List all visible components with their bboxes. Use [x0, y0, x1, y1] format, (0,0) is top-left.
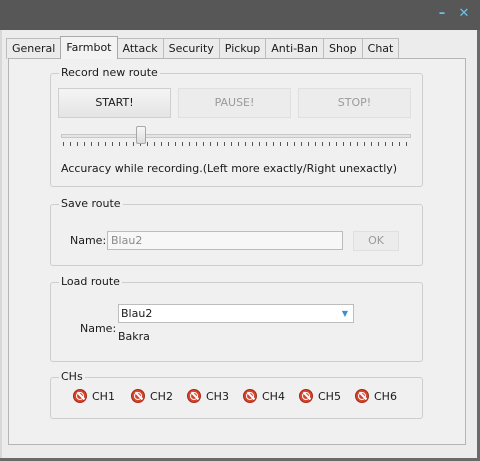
- ch3-toggle[interactable]: CH3: [187, 389, 229, 403]
- forbidden-icon: [299, 389, 313, 403]
- forbidden-icon: [243, 389, 257, 403]
- accuracy-hint-text: Accuracy while recording.(Left more exac…: [61, 162, 398, 175]
- forbidden-icon: [187, 389, 201, 403]
- load-route-title: Load route: [59, 275, 122, 289]
- minimize-icon[interactable]: –: [434, 6, 450, 22]
- close-icon[interactable]: ✕: [456, 6, 472, 22]
- load-route-option[interactable]: Bakra: [118, 330, 150, 343]
- load-route-dropdown[interactable]: Blau2 ▼: [118, 304, 354, 323]
- record-route-title: Record new route: [59, 66, 160, 80]
- ch-label: CH5: [318, 389, 341, 403]
- tab-pickup[interactable]: Pickup: [218, 38, 267, 59]
- window-border-left: [0, 30, 2, 461]
- accuracy-slider-track[interactable]: [61, 134, 411, 138]
- stop-button[interactable]: STOP!: [298, 88, 411, 118]
- chs-group: CHs CH1 CH2 CH3 CH4 CH5 CH6: [50, 370, 423, 419]
- ch2-toggle[interactable]: CH2: [131, 389, 173, 403]
- save-name-input[interactable]: Blau2: [107, 231, 343, 250]
- accuracy-slider-thumb[interactable]: [136, 126, 146, 144]
- forbidden-icon: [131, 389, 145, 403]
- farmbot-tab-panel: Record new route START! PAUSE! STOP! Acc…: [8, 58, 466, 445]
- tab-security[interactable]: Security: [162, 38, 220, 59]
- ch5-toggle[interactable]: CH5: [299, 389, 341, 403]
- tab-chat[interactable]: Chat: [361, 38, 400, 59]
- save-route-group: Save route Name: Blau2 OK: [50, 197, 423, 266]
- ch-label: CH1: [92, 389, 115, 403]
- load-route-selected: Blau2: [121, 307, 153, 320]
- ch-label: CH3: [206, 389, 229, 403]
- tab-bar: General Farmbot Attack Security Pickup A…: [6, 36, 400, 59]
- accuracy-slider-ticks: [63, 142, 411, 146]
- ch-label: CH2: [150, 389, 173, 403]
- pause-button[interactable]: PAUSE!: [178, 88, 291, 118]
- load-route-group: Load route Name: Blau2 ▼ Bakra: [50, 275, 423, 362]
- tab-shop[interactable]: Shop: [322, 38, 363, 59]
- window-titlebar[interactable]: – ✕: [0, 0, 480, 30]
- chevron-down-icon[interactable]: ▼: [337, 305, 353, 322]
- ok-button[interactable]: OK: [353, 231, 399, 251]
- record-route-group: Record new route START! PAUSE! STOP! Acc…: [50, 66, 423, 187]
- chs-title: CHs: [59, 370, 85, 384]
- tab-attack[interactable]: Attack: [116, 38, 164, 59]
- ch4-toggle[interactable]: CH4: [243, 389, 285, 403]
- start-button[interactable]: START!: [58, 88, 171, 118]
- forbidden-icon: [73, 389, 87, 403]
- forbidden-icon: [355, 389, 369, 403]
- tab-farmbot[interactable]: Farmbot: [60, 36, 118, 59]
- ch6-toggle[interactable]: CH6: [355, 389, 397, 403]
- load-name-label: Name:: [80, 322, 117, 335]
- tab-anti-ban[interactable]: Anti-Ban: [265, 38, 324, 59]
- ch-label: CH6: [374, 389, 397, 403]
- save-route-title: Save route: [59, 197, 123, 211]
- save-name-label: Name:: [70, 234, 107, 247]
- ch-label: CH4: [262, 389, 285, 403]
- tab-general[interactable]: General: [6, 38, 62, 59]
- ch1-toggle[interactable]: CH1: [73, 389, 115, 403]
